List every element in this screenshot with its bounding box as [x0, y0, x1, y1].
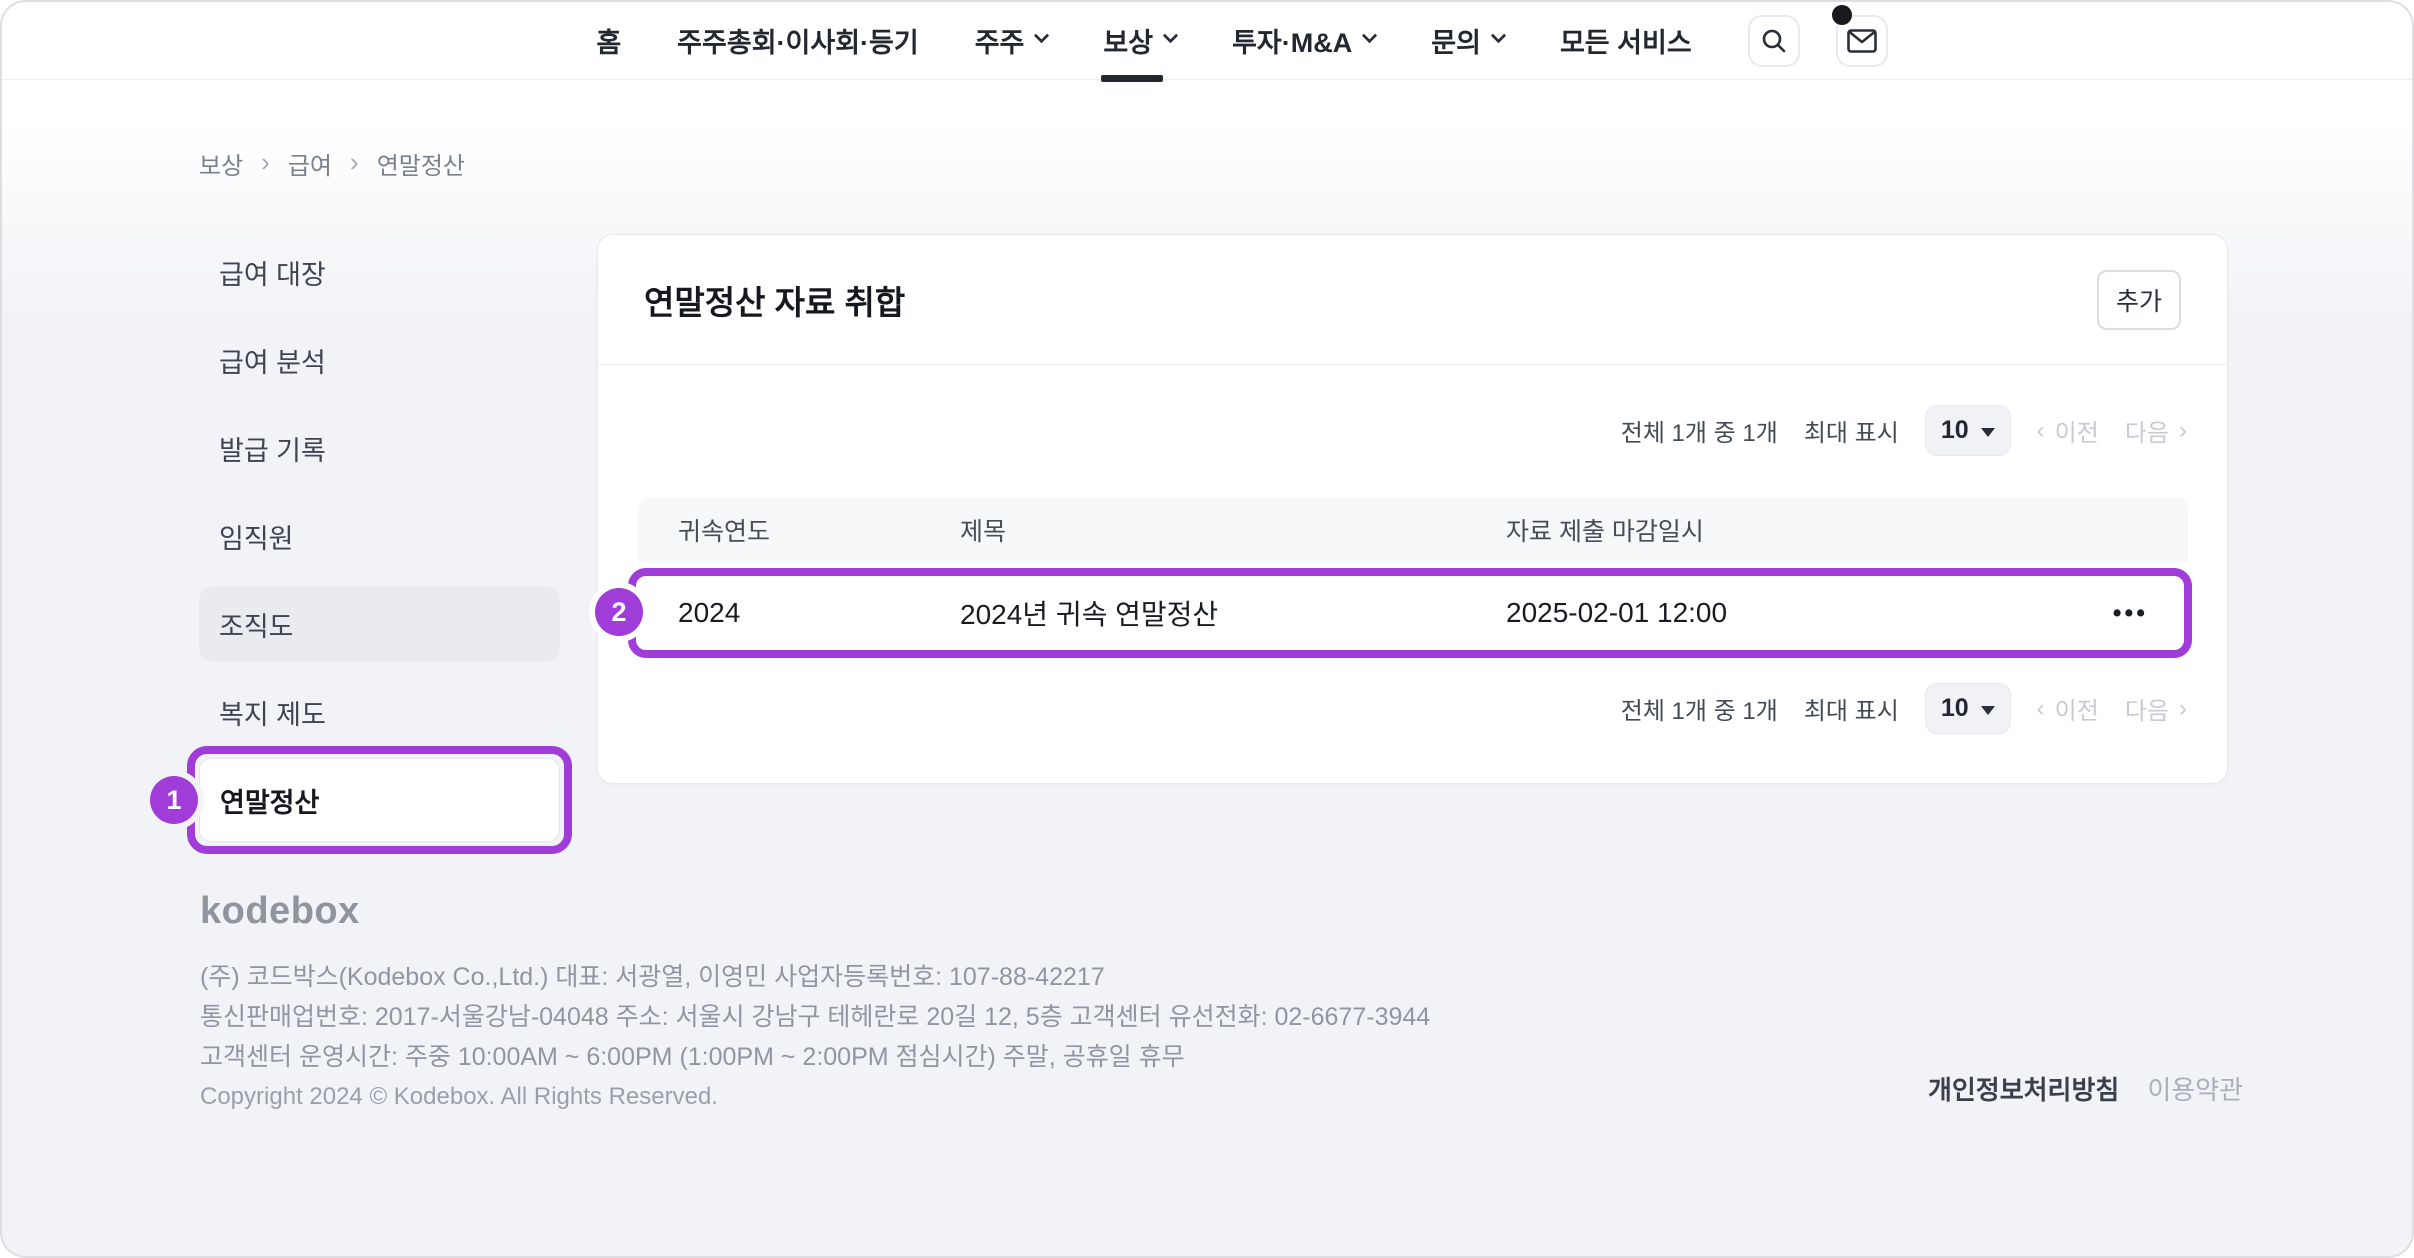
pagination-summary: 전체 1개 중 1개 — [1621, 691, 1778, 726]
settlement-table: 귀속연도 제목 자료 제출 마감일시 2024 2024년 귀속 연말정산 20… — [638, 497, 2188, 663]
page-size-dropdown[interactable]: 10 — [1925, 405, 2011, 456]
annotation-badge-1: 1 — [150, 776, 198, 824]
pagination-summary: 전체 1개 중 1개 — [1621, 413, 1778, 448]
nav-label: 보상 — [1103, 21, 1153, 60]
search-icon — [1760, 27, 1788, 55]
nav-label: 주주 — [975, 21, 1025, 60]
prev-page-button[interactable]: ‹ 이전 — [2037, 413, 2099, 448]
footer-copyright: Copyright 2024 © Kodebox. All Rights Res… — [200, 1077, 1430, 1117]
terms-of-service-link[interactable]: 이용약관 — [2147, 1070, 2243, 1107]
cell-deadline: 2025-02-01 12:00 — [1506, 597, 2058, 629]
table-row[interactable]: 2024 2024년 귀속 연말정산 2025-02-01 12:00 ••• — [638, 563, 2188, 663]
panel-header: 연말정산 자료 취합 추가 — [598, 235, 2227, 365]
caret-down-icon — [1981, 428, 1995, 437]
nav-item-shareholder-meeting[interactable]: 주주총회·이사회·등기 — [677, 21, 919, 60]
sidebar-item-label: 발급 기록 — [219, 429, 326, 468]
footer: kodebox (주) 코드박스(Kodebox Co.,Ltd.) 대표: 서… — [200, 890, 1430, 1117]
nav-item-shareholders[interactable]: 주주 — [975, 21, 1048, 60]
prev-label: 이전 — [2055, 413, 2099, 448]
column-header-title: 제목 — [960, 512, 1506, 548]
next-label: 다음 — [2125, 691, 2169, 726]
page-size-value: 10 — [1941, 416, 1969, 445]
year-end-settlement-panel: 연말정산 자료 취합 추가 전체 1개 중 1개 최대 표시 10 ‹ 이전 다… — [597, 234, 2228, 784]
prev-label: 이전 — [2055, 691, 2099, 726]
page-title: 연말정산 자료 취합 — [644, 276, 905, 324]
mail-icon — [1847, 29, 1877, 53]
nav-icon-group — [1748, 15, 1888, 67]
notification-dot — [1832, 5, 1852, 25]
chevron-right-icon: › — [2179, 695, 2187, 723]
top-navbar: 홈 주주총회·이사회·등기 주주 보상 투자·M&A 문의 모든 서비스 — [2, 2, 2412, 80]
chevron-left-icon: ‹ — [2037, 695, 2045, 723]
page-size-label: 최대 표시 — [1804, 691, 1899, 726]
search-button[interactable] — [1748, 15, 1800, 67]
chevron-down-icon — [1491, 28, 1507, 44]
cell-year: 2024 — [678, 597, 960, 629]
chevron-down-icon — [1034, 28, 1050, 44]
active-tab-underline — [1101, 75, 1163, 82]
next-label: 다음 — [2125, 413, 2169, 448]
breadcrumb-year-end-settlement[interactable]: 연말정산 — [377, 146, 465, 181]
sidebar-item-welfare[interactable]: 복지 제도 — [199, 668, 560, 756]
page-size-label: 최대 표시 — [1804, 413, 1899, 448]
table-header-row: 귀속연도 제목 자료 제출 마감일시 — [638, 497, 2188, 563]
sidebar-item-payroll-ledger[interactable]: 급여 대장 — [199, 228, 560, 316]
column-header-year: 귀속연도 — [678, 512, 960, 548]
breadcrumb-separator: › — [261, 147, 270, 178]
column-header-deadline: 자료 제출 마감일시 — [1506, 512, 2058, 548]
prev-page-button[interactable]: ‹ 이전 — [2037, 691, 2099, 726]
add-button[interactable]: 추가 — [2097, 270, 2181, 330]
sidebar-item-label: 급여 대장 — [219, 253, 326, 292]
breadcrumb: 보상 › 급여 › 연말정산 — [199, 146, 465, 181]
cell-title: 2024년 귀속 연말정산 — [960, 593, 1506, 633]
nav-label: 주주총회·이사회·등기 — [677, 21, 919, 60]
nav-item-home[interactable]: 홈 — [596, 21, 621, 60]
nav-label: 투자·M&A — [1232, 21, 1352, 60]
sidebar-item-label: 급여 분석 — [219, 341, 326, 380]
chevron-down-icon — [1362, 28, 1378, 44]
sidebar-item-employees[interactable]: 임직원 — [199, 492, 560, 580]
page-size-value: 10 — [1941, 694, 1969, 723]
mail-button[interactable] — [1836, 15, 1888, 67]
sidebar-item-payroll-analysis[interactable]: 급여 분석 — [199, 316, 560, 404]
kodebox-logo: kodebox — [200, 890, 1430, 933]
chevron-left-icon: ‹ — [2037, 417, 2045, 445]
footer-links: 개인정보처리방침 이용약관 — [1928, 1070, 2243, 1107]
sidebar-item-label: 조직도 — [219, 605, 294, 644]
footer-company-info: (주) 코드박스(Kodebox Co.,Ltd.) 대표: 서광열, 이영민 … — [200, 957, 1430, 997]
sidebar: 급여 대장 급여 분석 발급 기록 임직원 조직도 복지 제도 연말정산 1 — [199, 228, 560, 844]
footer-hours-info: 고객센터 운영시간: 주중 10:00AM ~ 6:00PM (1:00PM ~… — [200, 1037, 1430, 1077]
breadcrumb-compensation[interactable]: 보상 — [199, 146, 243, 181]
nav-item-all-services[interactable]: 모든 서비스 — [1560, 21, 1692, 60]
sidebar-item-label: 연말정산 — [220, 781, 319, 820]
sidebar-item-year-end-settlement[interactable]: 연말정산 1 — [199, 758, 560, 842]
app-window: 홈 주주총회·이사회·등기 주주 보상 투자·M&A 문의 모든 서비스 — [0, 0, 2414, 1258]
page-size-dropdown[interactable]: 10 — [1925, 683, 2011, 734]
sidebar-item-issuance-records[interactable]: 발급 기록 — [199, 404, 560, 492]
sidebar-item-label: 임직원 — [219, 517, 294, 556]
caret-down-icon — [1981, 706, 1995, 715]
sidebar-item-label: 복지 제도 — [219, 693, 326, 732]
next-page-button[interactable]: 다음 › — [2125, 413, 2187, 448]
nav-item-inquiry[interactable]: 문의 — [1431, 21, 1504, 60]
pagination-top: 전체 1개 중 1개 최대 표시 10 ‹ 이전 다음 › — [1621, 405, 2187, 456]
nav-label: 모든 서비스 — [1560, 21, 1692, 60]
row-menu-button[interactable]: ••• — [2113, 599, 2148, 628]
chevron-down-icon — [1163, 28, 1179, 44]
sidebar-item-org-chart[interactable]: 조직도 — [199, 586, 560, 662]
chevron-right-icon: › — [2179, 417, 2187, 445]
pagination-bottom: 전체 1개 중 1개 최대 표시 10 ‹ 이전 다음 › — [1621, 683, 2187, 734]
nav-label: 문의 — [1431, 21, 1481, 60]
nav-label: 홈 — [596, 21, 621, 60]
next-page-button[interactable]: 다음 › — [2125, 691, 2187, 726]
nav-item-investment-ma[interactable]: 투자·M&A — [1232, 21, 1375, 60]
nav-item-compensation[interactable]: 보상 — [1103, 21, 1176, 60]
breadcrumb-separator: › — [350, 147, 359, 178]
breadcrumb-payroll[interactable]: 급여 — [288, 146, 332, 181]
privacy-policy-link[interactable]: 개인정보처리방침 — [1928, 1070, 2119, 1107]
footer-business-info: 통신판매업번호: 2017-서울강남-04048 주소: 서울시 강남구 테헤란… — [200, 997, 1430, 1037]
